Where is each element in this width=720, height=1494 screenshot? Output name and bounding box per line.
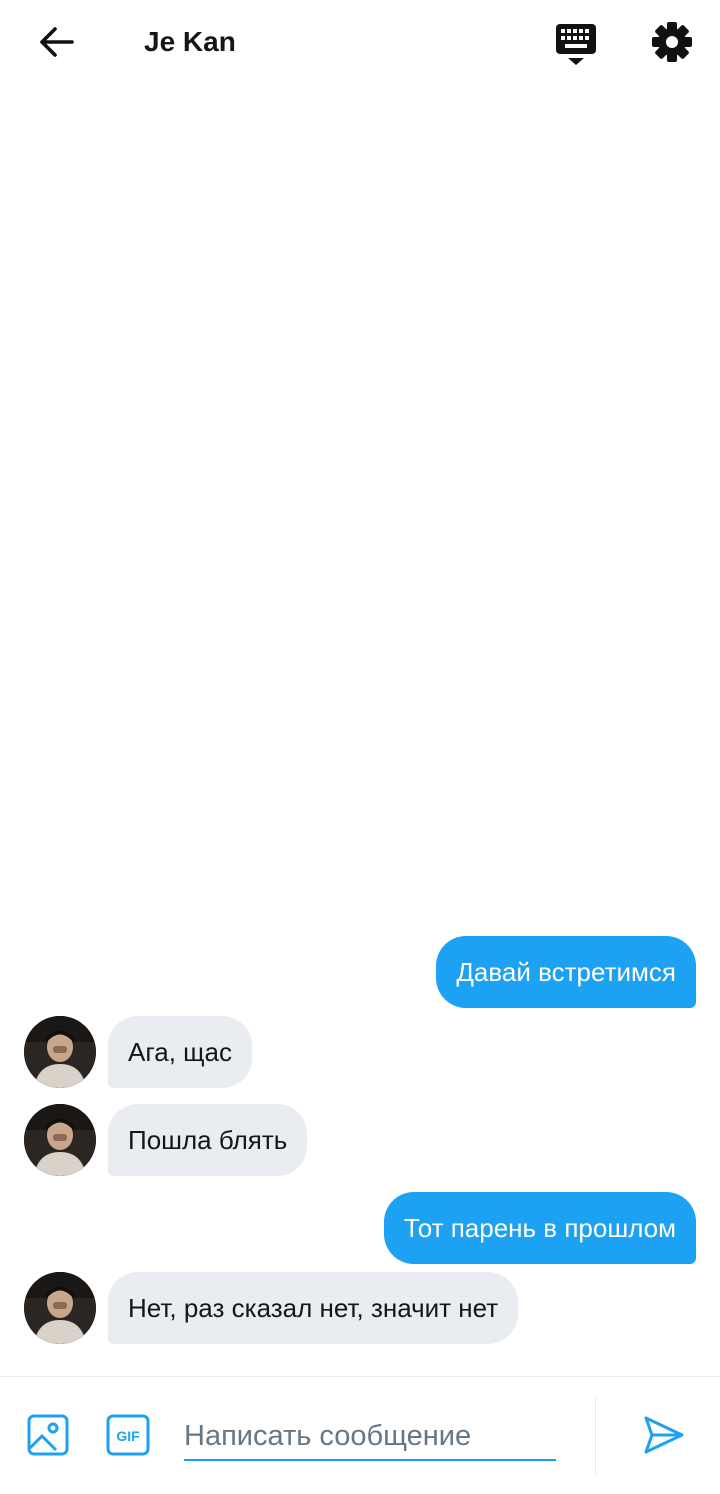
chat-header: Je Kan <box>0 0 720 86</box>
avatar[interactable] <box>24 1104 96 1176</box>
gear-icon <box>652 22 692 62</box>
message-incoming[interactable]: Ага, щас <box>108 1016 253 1088</box>
add-gif-button[interactable]: GIF <box>106 1413 150 1457</box>
chat-title: Je Kan <box>144 26 236 57</box>
message-composer: GIF <box>0 1376 720 1494</box>
gif-label: GIF <box>116 1428 140 1444</box>
arrow-left-icon <box>40 27 74 57</box>
back-button[interactable] <box>32 20 80 64</box>
composer-divider <box>595 1397 596 1475</box>
add-image-button[interactable] <box>26 1413 70 1457</box>
send-button[interactable] <box>640 1411 688 1459</box>
send-icon <box>644 1416 684 1454</box>
message-outgoing[interactable]: Тот парень в прошлом <box>383 1192 696 1264</box>
image-icon <box>27 1414 69 1456</box>
message-input[interactable] <box>184 1409 556 1461</box>
keyboard-shortcuts-button[interactable] <box>552 20 600 68</box>
settings-button[interactable] <box>648 18 696 66</box>
avatar[interactable] <box>24 1016 96 1088</box>
keyboard-icon <box>556 24 596 65</box>
message-incoming[interactable]: Нет, раз сказал нет, значит нет <box>108 1272 519 1344</box>
gif-icon: GIF <box>106 1414 150 1456</box>
message-outgoing[interactable]: Давай встретимся <box>436 936 696 1008</box>
avatar[interactable] <box>24 1272 96 1344</box>
message-incoming[interactable]: Пошла блять <box>108 1104 308 1176</box>
